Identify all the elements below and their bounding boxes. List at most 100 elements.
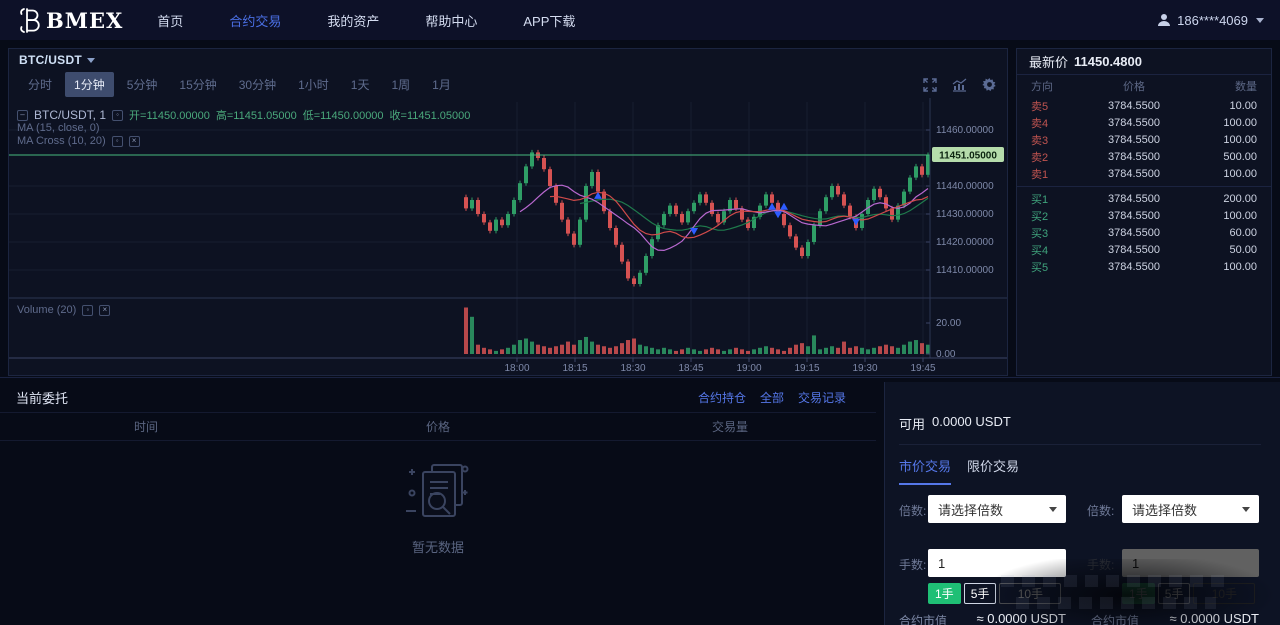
nav-item[interactable]: 首页 <box>157 11 183 30</box>
chart-legend-main: – BTC/USDT, 1 ◦ 开=11450.00000 高=11451.05… <box>17 107 470 123</box>
svg-text:11420.00000: 11420.00000 <box>936 237 994 248</box>
orderbook-row[interactable]: 卖43784.5500100.00 <box>1017 114 1271 131</box>
chart-region: 18:0018:1518:3018:4519:0019:1519:3019:45… <box>9 98 1007 376</box>
svg-text:11430.00000: 11430.00000 <box>936 209 994 220</box>
nav-item[interactable]: 我的资产 <box>327 11 379 30</box>
lots-input-right[interactable] <box>1122 549 1259 577</box>
nav-item[interactable]: 合约交易 <box>229 11 281 30</box>
nav-item[interactable]: APP下载 <box>523 11 575 30</box>
indicator-remove-icon[interactable]: × <box>99 305 110 316</box>
tf[interactable]: 分时 <box>19 72 61 97</box>
chart-series-title: BTC/USDT, 1 <box>34 108 106 122</box>
fullscreen-icon[interactable] <box>923 78 937 92</box>
settings-gear-icon[interactable] <box>982 77 997 92</box>
book-separator <box>1017 186 1271 187</box>
snapshot-icon[interactable]: ◦ <box>112 110 123 121</box>
available-balance: 可用 0.0000 USDT <box>899 414 1011 433</box>
olink[interactable]: 合约持仓 <box>698 389 746 406</box>
tf[interactable]: 30分钟 <box>230 72 285 97</box>
leverage-select-right[interactable]: 请选择倍数 <box>1122 495 1259 523</box>
ohlc-low: 低=11450.00000 <box>303 107 384 123</box>
collapse-icon[interactable]: – <box>17 110 28 121</box>
tf[interactable]: 15分钟 <box>170 72 225 97</box>
indicators-icon[interactable] <box>952 78 967 92</box>
orderbook-row[interactable]: 卖13784.5500100.00 <box>1017 166 1271 183</box>
lot-button[interactable]: 5手 <box>1158 583 1191 604</box>
section-divider <box>0 377 1280 378</box>
brand-icon <box>16 5 42 35</box>
ma-legend: MA (15, close, 0) <box>17 122 100 134</box>
ohlc-open: 开=11450.00000 <box>129 107 210 123</box>
pair-selector[interactable]: BTC/USDT <box>19 53 95 67</box>
ohlc-high: 高=11451.05000 <box>216 107 297 123</box>
ma-cross-label: MA Cross (10, 20) <box>17 135 106 147</box>
no-data-icon <box>402 457 474 527</box>
leverage-select-left[interactable]: 请选择倍数 <box>928 495 1066 523</box>
svg-text:18:30: 18:30 <box>620 363 645 374</box>
chart-panel: BTC/USDT 分时1分钟5分钟15分钟30分钟1小时1天1周1月 18:00… <box>8 48 1008 376</box>
divider <box>0 440 876 441</box>
nav-menu: 首页 合约交易 我的资产 帮助中心 APP下载 <box>157 11 575 30</box>
nav-item[interactable]: 帮助中心 <box>425 11 477 30</box>
ma-legend-label: MA (15, close, 0) <box>17 122 100 134</box>
orderbook-row[interactable]: 买23784.5500100.00 <box>1017 207 1271 224</box>
col-price: 价格 <box>292 418 584 435</box>
indicator-remove-icon[interactable]: × <box>129 136 140 147</box>
orderbook-row[interactable]: 卖53784.550010.00 <box>1017 97 1271 114</box>
orderbook-row[interactable]: 买53784.5500100.00 <box>1017 259 1271 276</box>
lot-buttons: 1手5手10手 <box>1122 583 1255 604</box>
tf[interactable]: 1分钟 <box>65 72 114 97</box>
ohlc-close: 收=11451.05000 <box>390 107 471 123</box>
tf[interactable]: 5分钟 <box>118 72 167 97</box>
last-price-row: 最新价 11450.4800 <box>1017 49 1271 75</box>
svg-text:20.00: 20.00 <box>936 318 961 329</box>
svg-text:19:15: 19:15 <box>794 363 819 374</box>
lot-button[interactable]: 10手 <box>999 583 1061 604</box>
tf[interactable]: 1小时 <box>289 72 338 97</box>
pair-row: BTC/USDT <box>9 49 1007 71</box>
lot-button[interactable]: 10手 <box>1193 583 1255 604</box>
user-icon <box>1157 13 1171 27</box>
lots-input-left[interactable] <box>928 549 1066 577</box>
lot-button[interactable]: 1手 <box>928 583 961 604</box>
orderbook-row[interactable]: 卖33784.5500100.00 <box>1017 131 1271 148</box>
volume-legend-label: Volume (20) <box>17 304 76 316</box>
lot-button[interactable]: 1手 <box>1122 583 1155 604</box>
svg-text:11440.00000: 11440.00000 <box>936 181 994 192</box>
orderbook-row[interactable]: 卖23784.5500500.00 <box>1017 149 1271 166</box>
indicator-settings-icon[interactable]: ◦ <box>82 305 93 316</box>
chevron-down-icon <box>87 58 95 63</box>
olink[interactable]: 全部 <box>760 389 784 406</box>
top-nav: BMEX 首页 合约交易 我的资产 帮助中心 APP下载 186****4069 <box>0 0 1280 40</box>
divider <box>899 444 1261 445</box>
chart-svg[interactable]: 18:0018:1518:3018:4519:0019:1519:3019:45… <box>9 98 1007 376</box>
empty-state: 暂无数据 <box>0 457 876 556</box>
leverage-placeholder: 请选择倍数 <box>1132 500 1197 519</box>
olink[interactable]: 交易记录 <box>798 389 846 406</box>
chevron-down-icon <box>1049 507 1057 512</box>
chevron-down-icon <box>1242 507 1250 512</box>
trade-tab[interactable]: 市价交易 <box>899 456 951 485</box>
col-direction: 方向 <box>1031 78 1095 94</box>
lot-button[interactable]: 5手 <box>964 583 997 604</box>
tf[interactable]: 1周 <box>382 72 419 97</box>
indicator-settings-icon[interactable]: ◦ <box>112 136 123 147</box>
svg-text:0.00: 0.00 <box>936 349 956 360</box>
tf[interactable]: 1天 <box>342 72 379 97</box>
svg-text:11460.00000: 11460.00000 <box>936 125 994 136</box>
brand-logo[interactable]: BMEX <box>16 5 123 35</box>
orders-title: 当前委托 <box>16 388 68 407</box>
user-menu[interactable]: 186****4069 <box>1157 13 1264 28</box>
brand-name: BMEX <box>46 8 123 33</box>
orders-header: 当前委托 合约持仓全部交易记录 <box>0 382 876 412</box>
orderbook-row[interactable]: 买33784.550060.00 <box>1017 224 1271 241</box>
tf[interactable]: 1月 <box>423 72 460 97</box>
orders-table-header: 时间 价格 交易量 <box>0 413 876 440</box>
svg-text:19:30: 19:30 <box>852 363 877 374</box>
orderbook-row[interactable]: 买13784.5500200.00 <box>1017 190 1271 207</box>
orderbook-row[interactable]: 买43784.550050.00 <box>1017 242 1271 259</box>
trade-panel: 可用 0.0000 USDT 市价交易限价交易 倍数: 请选择倍数 倍数: 请选… <box>884 382 1280 625</box>
trade-tab[interactable]: 限价交易 <box>967 456 1019 485</box>
svg-text:11451.05000: 11451.05000 <box>939 151 997 162</box>
available-label: 可用 <box>899 414 925 433</box>
